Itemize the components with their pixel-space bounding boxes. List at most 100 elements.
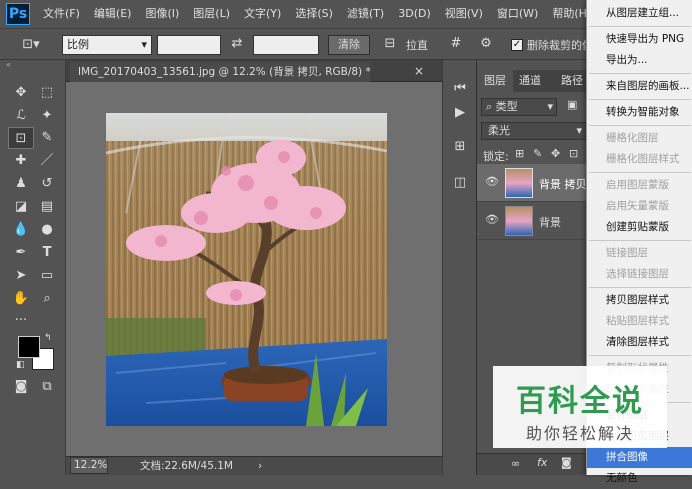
- gradient-tool-icon[interactable]: ▤: [36, 196, 58, 218]
- crop-tool-icon-active[interactable]: ⊡: [8, 127, 34, 149]
- context-menu-item[interactable]: 拷贝图层样式: [587, 290, 692, 311]
- move-tool-icon[interactable]: ✥: [10, 82, 32, 104]
- menu-separator: [589, 240, 691, 241]
- collapse-icon[interactable]: «: [6, 60, 11, 69]
- delete-cropped-label: 删除裁剪的像: [527, 39, 593, 52]
- close-tab-icon[interactable]: ×: [414, 64, 424, 78]
- layer-name[interactable]: 背景 拷贝: [539, 176, 587, 192]
- layer-row[interactable]: 👁 背景: [477, 202, 593, 240]
- menu-window[interactable]: 窗口(W): [490, 0, 545, 28]
- menu-view[interactable]: 视图(V): [438, 0, 490, 28]
- bonsai-photo: [106, 113, 387, 426]
- status-menu-icon[interactable]: ›: [258, 457, 262, 475]
- healing-brush-icon[interactable]: ✚: [10, 150, 32, 172]
- document-tab[interactable]: IMG_20170403_13561.jpg @ 12.2% (背景 拷贝, R…: [70, 62, 371, 82]
- hand-tool-icon[interactable]: ✋: [10, 288, 32, 310]
- lock-paint-icon[interactable]: ✎: [533, 147, 542, 160]
- swap-colors-icon[interactable]: ↰: [44, 333, 52, 343]
- history-panel-icon[interactable]: ⏮: [449, 78, 471, 100]
- width-input[interactable]: [157, 35, 221, 55]
- clear-button[interactable]: 清除: [328, 35, 370, 55]
- menu-file[interactable]: 文件(F): [36, 0, 87, 28]
- zoom-field[interactable]: 12.2%: [70, 457, 108, 474]
- document-image[interactable]: [106, 113, 387, 426]
- adjustments-panel-icon[interactable]: ◫: [449, 172, 471, 194]
- grid-overlay-icon[interactable]: #: [446, 35, 466, 53]
- brush-tool-icon[interactable]: ／: [36, 150, 58, 172]
- context-menu-item[interactable]: 清除图层样式: [587, 332, 692, 353]
- eyedropper-icon[interactable]: ✎: [36, 127, 58, 149]
- context-menu-item: 启用图层蒙版: [606, 179, 669, 191]
- height-input[interactable]: [253, 35, 319, 55]
- quick-mask-icon[interactable]: ◙: [10, 376, 32, 398]
- ratio-select[interactable]: 比例 ▾: [62, 35, 152, 55]
- layer-name[interactable]: 背景: [539, 214, 561, 230]
- dodge-tool-icon[interactable]: ●: [36, 219, 58, 241]
- lock-artboard-icon[interactable]: ⊡: [569, 147, 578, 160]
- filter-image-icon[interactable]: ▣: [567, 98, 577, 111]
- menu-edit[interactable]: 编辑(E): [87, 0, 139, 28]
- layer-filter-select[interactable]: ⌕ 类型 ▾: [481, 98, 557, 116]
- layer-row[interactable]: 👁 背景 拷贝: [477, 164, 593, 202]
- document-title: IMG_20170403_13561.jpg @ 12.2% (背景 拷贝, R…: [78, 66, 371, 78]
- more-tools-icon[interactable]: ···: [10, 310, 32, 332]
- eye-icon[interactable]: 👁: [485, 213, 499, 226]
- context-menu-item[interactable]: 拼合图像: [587, 447, 692, 468]
- properties-panel-icon[interactable]: ⊞: [449, 136, 471, 158]
- menu-type[interactable]: 文字(Y): [237, 0, 288, 28]
- add-mask-icon[interactable]: ◙: [561, 456, 572, 469]
- eye-icon[interactable]: 👁: [485, 175, 499, 188]
- menu-select[interactable]: 选择(S): [288, 0, 340, 28]
- lasso-tool-icon[interactable]: ℒ: [10, 105, 32, 127]
- link-layers-icon[interactable]: ∞: [511, 457, 520, 470]
- zoom-tool-icon[interactable]: ⌕: [36, 288, 58, 310]
- marquee-tool-icon[interactable]: ⬚: [36, 82, 58, 104]
- context-menu-item[interactable]: 快速导出为 PNG: [587, 29, 692, 50]
- default-colors-icon[interactable]: ◧: [16, 360, 25, 370]
- foreground-color-swatch[interactable]: [18, 336, 40, 358]
- menu-3d[interactable]: 3D(D): [391, 0, 438, 28]
- menu-layer[interactable]: 图层(L): [186, 0, 237, 28]
- context-menu-item[interactable]: 无颜色: [587, 468, 692, 489]
- path-selection-icon[interactable]: ➤: [10, 265, 32, 287]
- tab-layers[interactable]: 图层: [477, 70, 513, 92]
- lock-transparent-icon[interactable]: ⊞: [515, 147, 524, 160]
- lock-position-icon[interactable]: ✥: [551, 147, 560, 160]
- panel-tabs: 图层 通道 路径: [477, 70, 593, 92]
- pen-tool-icon[interactable]: ✒: [10, 242, 32, 264]
- menu-separator: [589, 99, 691, 100]
- screen-mode-icon[interactable]: ⧉: [36, 376, 58, 398]
- menu-separator: [589, 26, 691, 27]
- rectangle-tool-icon[interactable]: ▭: [36, 265, 58, 287]
- swap-icon[interactable]: ⇄: [228, 35, 246, 53]
- tab-paths[interactable]: 路径: [561, 70, 583, 92]
- fx-icon[interactable]: fx: [537, 456, 547, 469]
- delete-cropped-checkbox[interactable]: ✓: [511, 39, 523, 51]
- menu-image[interactable]: 图像(I): [138, 0, 186, 28]
- magic-wand-icon[interactable]: ✦: [36, 105, 58, 127]
- context-menu-item[interactable]: 导出为...: [587, 50, 692, 71]
- straighten-label[interactable]: 拉直: [406, 37, 428, 53]
- panel-dock-strip: ⏮ ▶ ⊞ ◫: [442, 60, 476, 475]
- status-bar: 12.2% 文档:22.6M/45.1M ›: [66, 456, 442, 475]
- play-action-icon[interactable]: ▶: [449, 102, 471, 124]
- gear-icon[interactable]: ⚙: [476, 35, 496, 53]
- history-brush-icon[interactable]: ↺: [36, 173, 58, 195]
- context-menu-item[interactable]: 来自图层的画板...: [587, 76, 692, 97]
- eraser-tool-icon[interactable]: ◪: [10, 196, 32, 218]
- crop-tool-icon[interactable]: ⊡▾: [18, 36, 44, 54]
- blur-tool-icon[interactable]: 💧: [10, 219, 32, 241]
- straighten-icon[interactable]: ⊟: [382, 35, 398, 53]
- blend-mode-select[interactable]: 柔光 ▾: [481, 122, 587, 140]
- blend-mode-value: 柔光: [488, 124, 510, 137]
- chevron-down-icon: ▾: [141, 38, 147, 51]
- context-menu-item[interactable]: 从图层建立组...: [587, 3, 692, 24]
- context-menu-item[interactable]: 创建剪贴蒙版: [587, 217, 692, 238]
- layers-footer: ∞ fx ◙: [477, 453, 593, 475]
- stamp-tool-icon[interactable]: ♟: [10, 173, 32, 195]
- type-tool-icon[interactable]: T: [36, 242, 58, 264]
- menu-filter[interactable]: 滤镜(T): [340, 0, 391, 28]
- tab-channels[interactable]: 通道: [519, 70, 541, 92]
- context-menu-item[interactable]: 转换为智能对象: [587, 102, 692, 123]
- filter-label: 类型: [495, 100, 518, 113]
